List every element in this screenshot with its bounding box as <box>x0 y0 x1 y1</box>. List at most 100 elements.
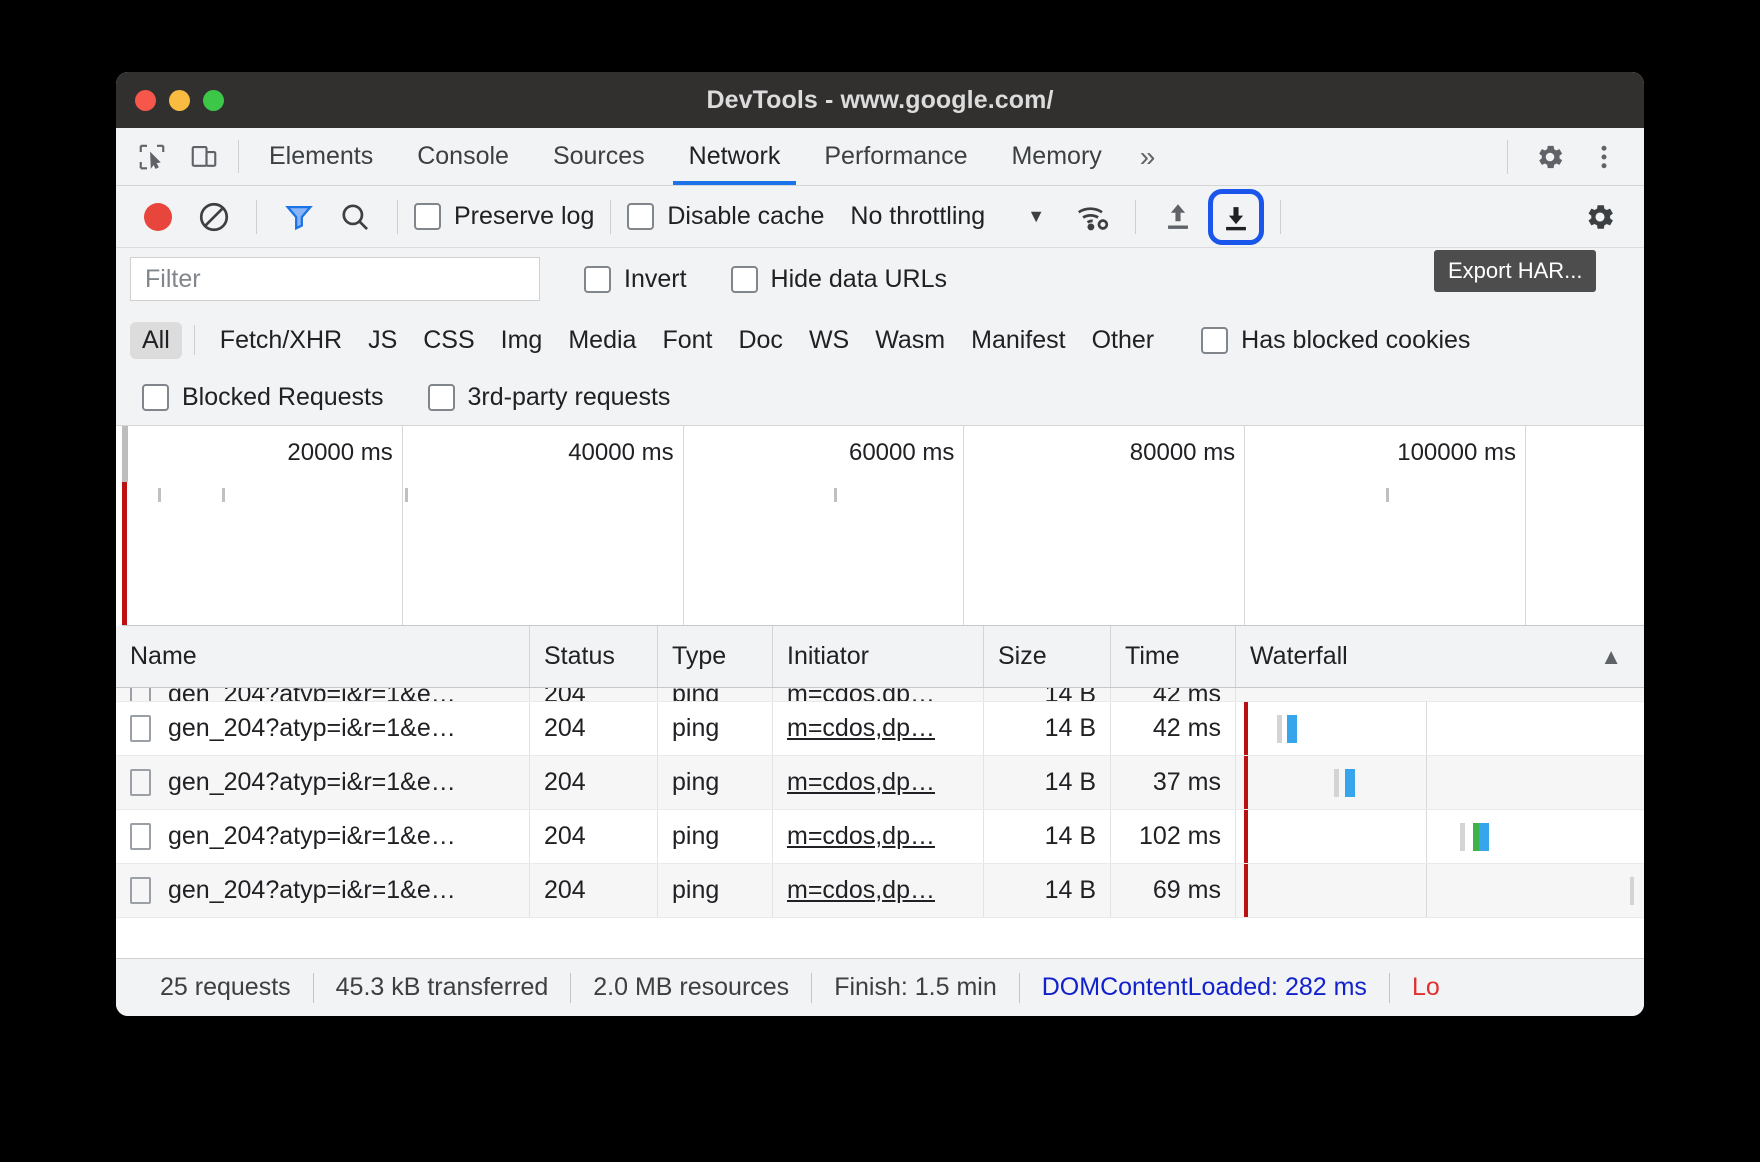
preserve-log-checkbox[interactable]: Preserve log <box>414 202 594 231</box>
tab-memory[interactable]: Memory <box>989 128 1123 185</box>
row-name-label: gen_204?atyp=i&r=1&e… <box>168 876 456 904</box>
row-initiator-link[interactable]: m=cdos,dp… <box>787 688 935 701</box>
gear-icon[interactable] <box>1528 135 1572 179</box>
type-filter-ws[interactable]: WS <box>796 326 862 355</box>
row-cell-status: 204 <box>530 864 658 917</box>
waterfall-queue-bar <box>1277 715 1282 743</box>
type-filter-wasm[interactable]: Wasm <box>862 326 958 355</box>
more-vertical-icon[interactable] <box>1582 135 1626 179</box>
row-cell-initiator[interactable]: m=cdos,dp… <box>773 810 984 863</box>
requests-table-body[interactable]: gen_204?atyp=i&r=1&e… 204 ping m=cdos,dp… <box>116 688 1644 918</box>
type-filter-divider <box>193 325 195 355</box>
has-blocked-cookies-checkbox-box <box>1201 326 1229 354</box>
waterfall-queue-bar <box>1630 877 1634 905</box>
type-filter-other[interactable]: Other <box>1079 326 1168 355</box>
row-cell-initiator[interactable]: m=cdos,dp… <box>773 864 984 917</box>
toolbar-divider-3 <box>610 199 612 234</box>
network-settings-gear[interactable] <box>1574 191 1626 243</box>
status-requests: 25 requests <box>160 973 291 1001</box>
type-filter-fetch-xhr[interactable]: Fetch/XHR <box>207 326 355 355</box>
toolbar-divider-5 <box>1280 199 1282 234</box>
type-filter-js[interactable]: JS <box>355 326 410 355</box>
column-header-waterfall-label: Waterfall <box>1250 642 1348 670</box>
column-header-initiator[interactable]: Initiator <box>773 626 984 687</box>
tab-performance[interactable]: Performance <box>802 128 989 185</box>
third-party-requests-label: 3rd-party requests <box>467 383 671 411</box>
row-cell-type: ping <box>658 810 773 863</box>
table-row[interactable]: gen_204?atyp=i&r=1&e… 204 ping m=cdos,dp… <box>116 702 1644 756</box>
type-filter-manifest[interactable]: Manifest <box>958 326 1078 355</box>
row-cell-name: gen_204?atyp=i&r=1&e… <box>116 810 530 863</box>
import-har-button[interactable] <box>1152 191 1204 243</box>
inspect-element-icon[interactable] <box>130 135 174 179</box>
invert-checkbox[interactable]: Invert <box>584 265 687 294</box>
row-cell-waterfall <box>1236 688 1644 701</box>
row-cell-type: ping <box>658 688 773 701</box>
has-blocked-cookies-checkbox[interactable]: Has blocked cookies <box>1201 326 1470 355</box>
type-filter-img[interactable]: Img <box>488 326 556 355</box>
overview-cell-3: 60000 ms <box>684 426 965 625</box>
overview-scrollbar-handle[interactable] <box>122 426 128 482</box>
row-cell-time: 42 ms <box>1111 702 1236 755</box>
row-initiator-link[interactable]: m=cdos,dp… <box>787 876 935 905</box>
toolbar-divider-2 <box>397 199 398 234</box>
blocked-requests-checkbox-box <box>142 384 169 411</box>
column-header-name[interactable]: Name <box>116 626 530 687</box>
throttling-dropdown[interactable]: No throttling ▼ <box>850 202 1045 231</box>
table-row[interactable]: gen_204?atyp=i&r=1&e… 204 ping m=cdos,dp… <box>116 864 1644 918</box>
row-cell-size: 14 B <box>984 756 1111 809</box>
filter-button[interactable] <box>273 191 325 243</box>
type-filter-css[interactable]: CSS <box>410 326 487 355</box>
device-toolbar-icon[interactable] <box>182 135 226 179</box>
hide-data-urls-checkbox-box <box>730 265 758 293</box>
waterfall-dcl-marker <box>1244 864 1248 917</box>
row-cell-waterfall <box>1236 864 1644 917</box>
record-button[interactable] <box>132 191 184 243</box>
row-cell-size: 14 B <box>984 810 1111 863</box>
disable-cache-checkbox[interactable]: Disable cache <box>627 202 824 231</box>
clear-button[interactable] <box>188 191 240 243</box>
table-row[interactable]: gen_204?atyp=i&r=1&e… 204 ping m=cdos,dp… <box>116 756 1644 810</box>
row-cell-initiator[interactable]: m=cdos,dp… <box>773 756 984 809</box>
export-har-button[interactable] <box>1208 188 1265 245</box>
more-tabs-icon[interactable]: » <box>1124 128 1172 185</box>
type-filter-font[interactable]: Font <box>649 326 725 355</box>
tab-network[interactable]: Network <box>667 128 803 185</box>
type-filter-doc[interactable]: Doc <box>725 326 795 355</box>
overview-cell-2: 40000 ms <box>403 426 684 625</box>
column-header-waterfall[interactable]: Waterfall ▲ <box>1236 626 1644 687</box>
row-name-label: gen_204?atyp=i&r=1&e… <box>168 714 456 742</box>
table-row[interactable]: gen_204?atyp=i&r=1&e… 204 ping m=cdos,dp… <box>116 810 1644 864</box>
column-header-size[interactable]: Size <box>984 626 1111 687</box>
row-cell-time: 37 ms <box>1111 756 1236 809</box>
tab-elements[interactable]: Elements <box>247 128 395 185</box>
row-cell-initiator[interactable]: m=cdos,dp… <box>773 688 984 701</box>
tab-sources[interactable]: Sources <box>531 128 667 185</box>
type-filter-all[interactable]: All <box>130 321 182 359</box>
column-header-time[interactable]: Time <box>1111 626 1236 687</box>
row-cell-initiator[interactable]: m=cdos,dp… <box>773 702 984 755</box>
row-initiator-link[interactable]: m=cdos,dp… <box>787 822 935 851</box>
network-overview-timeline[interactable]: 20000 ms 40000 ms 60000 ms 80000 ms 1000… <box>122 426 1644 626</box>
blocked-requests-checkbox[interactable]: Blocked Requests <box>142 383 384 412</box>
window-title: DevTools - www.google.com/ <box>706 85 1054 114</box>
row-initiator-link[interactable]: m=cdos,dp… <box>787 768 935 797</box>
row-cell-type: ping <box>658 864 773 917</box>
third-party-requests-checkbox[interactable]: 3rd-party requests <box>427 383 671 412</box>
network-conditions-icon[interactable] <box>1067 191 1119 243</box>
waterfall-download-bar <box>1479 823 1489 851</box>
waterfall-download-bar <box>1345 769 1355 797</box>
devtools-tabbar: Elements Console Sources Network Perform… <box>116 128 1644 186</box>
filter-input[interactable]: Filter <box>130 257 540 301</box>
overview-cell-6 <box>1526 426 1644 625</box>
row-initiator-link[interactable]: m=cdos,dp… <box>787 714 935 743</box>
document-icon <box>130 823 151 850</box>
type-filter-media[interactable]: Media <box>555 326 649 355</box>
column-header-status[interactable]: Status <box>530 626 658 687</box>
table-row[interactable]: gen_204?atyp=i&r=1&e… 204 ping m=cdos,dp… <box>116 688 1644 702</box>
hide-data-urls-label: Hide data URLs <box>770 264 948 293</box>
column-header-type[interactable]: Type <box>658 626 773 687</box>
search-button[interactable] <box>329 191 381 243</box>
hide-data-urls-checkbox[interactable]: Hide data URLs <box>730 264 948 294</box>
tab-console[interactable]: Console <box>395 128 531 185</box>
